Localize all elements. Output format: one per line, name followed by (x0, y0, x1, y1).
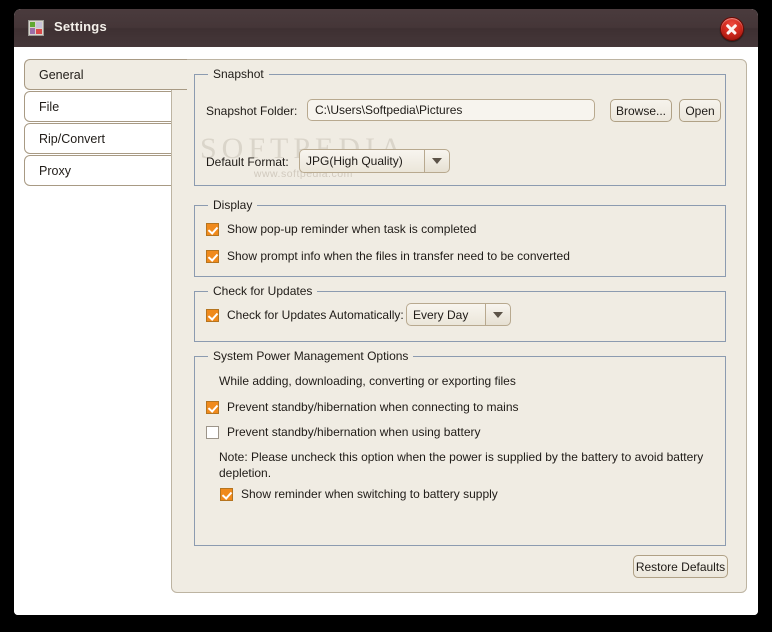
default-format-select[interactable]: JPG(High Quality) (299, 149, 450, 173)
sidebar-item-label: Rip/Convert (39, 131, 105, 146)
snapshot-group: Snapshot Snapshot Folder: C:\Users\Softp… (194, 67, 726, 186)
checkbox-check-updates-automatically[interactable]: Check for Updates Automatically: (206, 308, 404, 323)
snapshot-folder-label: Snapshot Folder: (206, 104, 298, 118)
open-button[interactable]: Open (679, 99, 721, 122)
title-bar: Settings (14, 9, 758, 47)
checkbox-show-battery-reminder[interactable]: Show reminder when switching to battery … (220, 487, 498, 502)
checkbox-indicator (206, 223, 219, 236)
dialog-footer: OK Cancel Apply (14, 600, 758, 615)
sidebar-tabs: General File Rip/Convert Proxy (24, 59, 187, 187)
restore-defaults-button[interactable]: Restore Defaults (633, 555, 728, 578)
display-group-title: Display (208, 198, 258, 212)
checkbox-prevent-standby-mains[interactable]: Prevent standby/hibernation when connect… (206, 400, 519, 415)
checkbox-show-popup-reminder[interactable]: Show pop-up reminder when task is comple… (206, 222, 476, 237)
update-interval-value: Every Day (406, 303, 485, 326)
snapshot-folder-input[interactable]: C:\Users\Softpedia\Pictures (307, 99, 595, 121)
check-for-updates-group: Check for Updates Check for Updates Auto… (194, 284, 726, 342)
display-group: Display Show pop-up reminder when task i… (194, 198, 726, 277)
checkbox-label: Prevent standby/hibernation when using b… (227, 425, 481, 439)
sidebar-item-label: File (39, 99, 60, 114)
sidebar-item-proxy[interactable]: Proxy (24, 155, 184, 186)
sidebar-item-label: General (39, 67, 84, 82)
power-management-group: System Power Management Options While ad… (194, 349, 726, 546)
power-subtitle: While adding, downloading, converting or… (219, 374, 516, 388)
general-settings-panel: SOFTPEDIA www.softpedia.com Snapshot Sna… (171, 59, 747, 593)
checkbox-indicator (206, 250, 219, 263)
checkbox-label: Check for Updates Automatically: (227, 308, 404, 322)
dialog-body: General File Rip/Convert Proxy SOFTPEDIA… (14, 47, 758, 615)
checkbox-indicator (206, 426, 219, 439)
browse-button[interactable]: Browse... (610, 99, 672, 122)
chevron-down-icon (485, 303, 511, 326)
power-note: Note: Please uncheck this option when th… (219, 450, 704, 480)
close-icon[interactable] (720, 17, 744, 41)
updates-group-title: Check for Updates (208, 284, 318, 298)
chevron-down-icon (424, 149, 450, 173)
sidebar-item-file[interactable]: File (24, 91, 184, 122)
default-format-value: JPG(High Quality) (299, 149, 424, 173)
sidebar-item-rip-convert[interactable]: Rip/Convert (24, 123, 184, 154)
checkbox-label: Show prompt info when the files in trans… (227, 249, 570, 263)
sidebar-item-general[interactable]: General (24, 59, 187, 90)
checkbox-label: Show reminder when switching to battery … (241, 487, 498, 501)
default-format-label: Default Format: (206, 155, 289, 169)
snapshot-group-title: Snapshot (208, 67, 269, 81)
checkbox-indicator (206, 401, 219, 414)
checkbox-prevent-standby-battery[interactable]: Prevent standby/hibernation when using b… (206, 425, 481, 440)
power-group-title: System Power Management Options (208, 349, 414, 363)
checkbox-indicator (220, 488, 233, 501)
checkbox-indicator (206, 309, 219, 322)
checkbox-label: Show pop-up reminder when task is comple… (227, 222, 477, 236)
settings-app-icon (28, 20, 44, 36)
checkbox-label: Prevent standby/hibernation when connect… (227, 400, 519, 414)
checkbox-show-prompt-info[interactable]: Show prompt info when the files in trans… (206, 249, 570, 264)
window-title: Settings (54, 19, 107, 34)
settings-window: Settings General File Rip/Convert Proxy … (14, 9, 758, 615)
sidebar-item-label: Proxy (39, 163, 71, 178)
update-interval-select[interactable]: Every Day (406, 303, 511, 326)
